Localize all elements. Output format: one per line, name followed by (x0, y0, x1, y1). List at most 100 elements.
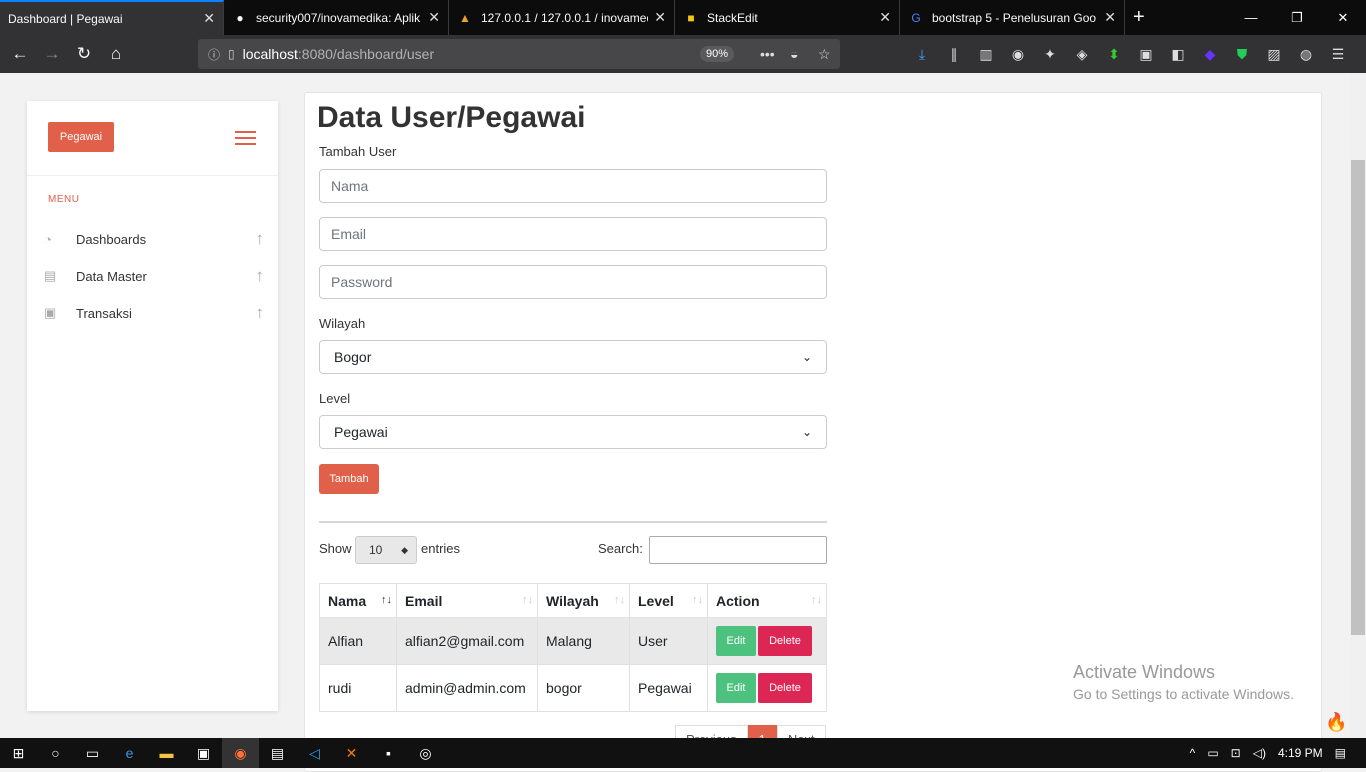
sort-icon: ↑↓ (614, 594, 625, 606)
cell-nama: rudi (319, 664, 397, 712)
tab-phpmyadmin[interactable]: ▲ 127.0.0.1 / 127.0.0.1 / inovamed ✕ (449, 0, 675, 35)
menu-icon[interactable]: ☰ (1322, 46, 1354, 63)
tambah-button[interactable]: Tambah (319, 464, 379, 494)
wilayah-select[interactable]: Bogor ⌄ (319, 340, 827, 374)
task-view-icon[interactable]: ▭ (74, 738, 111, 768)
table-row: rudi admin@admin.com bogor Pegawai Edit D… (319, 664, 827, 712)
transaksi-icon: ▣ (44, 305, 57, 320)
info-icon[interactable]: ⓘ (208, 46, 220, 63)
sidebar-item-dashboards[interactable]: ◔ Dashboards ↑ (44, 224, 264, 254)
delete-button[interactable]: Delete (758, 673, 812, 703)
extension-icon[interactable]: ◆ (1194, 46, 1226, 63)
xampp-icon[interactable]: ✕ (333, 738, 370, 768)
chevron-up-icon[interactable]: ^ (1190, 746, 1196, 760)
volume-icon[interactable]: ◁) (1253, 746, 1266, 760)
url-path: :8080/dashboard/user (297, 46, 435, 62)
more-actions-icon[interactable]: ••• (760, 46, 775, 62)
back-icon[interactable]: ← (4, 38, 36, 70)
app-icon[interactable]: ◎ (407, 738, 444, 768)
bookmark-star-icon[interactable]: ☆ (818, 46, 831, 63)
level-select[interactable]: Pegawai ⌄ (319, 415, 827, 449)
edit-button[interactable]: Edit (716, 626, 756, 656)
hamburger-menu-icon[interactable] (235, 131, 256, 145)
forward-icon[interactable]: → (36, 38, 68, 70)
reload-icon[interactable]: ↻ (68, 38, 100, 70)
close-tab-icon[interactable]: ✕ (1104, 9, 1116, 26)
windows-start-icon[interactable]: ⊞ (0, 738, 37, 768)
extension-icon[interactable]: ▣ (1130, 46, 1162, 63)
new-tab-icon[interactable]: + (1125, 0, 1153, 35)
nama-input[interactable] (319, 169, 827, 203)
shield-icon[interactable]: ⛊ (1226, 46, 1258, 63)
close-tab-icon[interactable]: ✕ (879, 9, 891, 26)
firefox-icon[interactable]: ◉ (222, 738, 259, 768)
close-tab-icon[interactable]: ✕ (428, 9, 440, 26)
tab-github[interactable]: ● security007/inovamedika: Aplik ✕ (224, 0, 449, 35)
close-tab-icon[interactable]: ✕ (203, 10, 215, 27)
column-header-email[interactable]: Email ↑↓ (396, 583, 538, 618)
app-icon[interactable]: ▤ (259, 738, 296, 768)
chevron-down-icon: ⌄ (801, 350, 812, 364)
edit-button[interactable]: Edit (716, 673, 756, 703)
extension-icon[interactable]: ◧ (1162, 46, 1194, 63)
github-icon: ● (236, 10, 244, 25)
battery-icon[interactable]: ▭ (1207, 746, 1218, 760)
extension-icon[interactable]: ✦ (1034, 46, 1066, 63)
file-explorer-icon[interactable]: ▬ (148, 738, 185, 768)
extension-icon[interactable]: ◈ (1066, 46, 1098, 63)
column-header-nama[interactable]: Nama ↑↓ (319, 583, 397, 618)
notification-icon[interactable]: ▤ (1335, 746, 1346, 760)
search-label: Search: (598, 541, 643, 556)
terminal-icon[interactable]: ▪ (370, 738, 407, 768)
password-input[interactable] (319, 265, 827, 299)
email-input[interactable] (319, 217, 827, 251)
tab-dashboard[interactable]: Dashboard | Pegawai ✕ (0, 0, 224, 35)
column-header-wilayah[interactable]: Wilayah ↑↓ (537, 583, 630, 618)
close-window-icon[interactable]: ✕ (1320, 0, 1366, 35)
zoom-level[interactable]: 90% (700, 46, 735, 62)
column-header-level[interactable]: Level ↑↓ (629, 583, 708, 618)
tab-title: StackEdit (707, 10, 758, 25)
url-bar[interactable]: ⓘ ▯ localhost:8080/dashboard/user ••• ◒ … (198, 39, 840, 69)
sidebar-icon[interactable]: ▥ (970, 46, 1002, 63)
search-icon[interactable]: ○ (37, 738, 74, 768)
extension-icon[interactable]: ▨ (1258, 46, 1290, 63)
chevron-down-icon: ⌄ (801, 425, 812, 439)
dashboard-icon: ◔ (44, 231, 52, 247)
form-label: Tambah User (319, 144, 397, 159)
search-input[interactable] (649, 536, 827, 564)
scrollbar-thumb[interactable] (1351, 160, 1365, 635)
delete-button[interactable]: Delete (758, 626, 812, 656)
sidebar-item-label: Data Master (76, 268, 147, 284)
sidebar-item-transaksi[interactable]: ▣ Transaksi ↑ (44, 298, 264, 328)
restore-icon[interactable]: ❐ (1274, 0, 1320, 35)
window-controls: — ❐ ✕ (1228, 0, 1366, 35)
tab-title: 127.0.0.1 / 127.0.0.1 / inovamed (481, 10, 649, 25)
extension-icon[interactable]: ⬍ (1098, 46, 1130, 63)
store-icon[interactable]: ▣ (185, 738, 222, 768)
column-header-action[interactable]: Action ↑↓ (707, 583, 827, 618)
pocket-icon[interactable]: ◒ (790, 46, 798, 62)
entries-length-select[interactable]: 10 ◆ (355, 536, 417, 564)
tab-google[interactable]: G bootstrap 5 - Penelusuran Goo ✕ (900, 0, 1125, 35)
clock[interactable]: 4:19 PM (1278, 746, 1323, 760)
download-icon[interactable]: ⤓ (906, 46, 938, 63)
arrow-up-icon: ↑ (255, 229, 265, 248)
vscode-icon[interactable]: ◁ (296, 738, 333, 768)
network-icon[interactable]: ⊡ (1231, 746, 1241, 760)
account-icon[interactable]: ◉ (1002, 46, 1034, 63)
home-icon[interactable]: ⌂ (100, 38, 132, 70)
edge-icon[interactable]: e (111, 738, 148, 768)
sidebar-item-data-master[interactable]: ▤ Data Master ↑ (44, 261, 264, 291)
minimize-icon[interactable]: — (1228, 0, 1274, 35)
tab-stackedit[interactable]: ■ StackEdit ✕ (675, 0, 900, 35)
cell-action: Edit Delete (707, 617, 827, 665)
close-tab-icon[interactable]: ✕ (654, 9, 666, 26)
brand-button[interactable]: Pegawai (48, 122, 114, 152)
globe-icon[interactable]: ◍ (1290, 46, 1322, 63)
library-icon[interactable]: ∥ (938, 46, 970, 63)
flame-icon[interactable]: 🔥 (1325, 712, 1347, 733)
cell-level: User (629, 617, 708, 665)
sort-icon: ↑↓ (811, 594, 822, 606)
sidebar-item-label: Dashboards (76, 231, 147, 247)
